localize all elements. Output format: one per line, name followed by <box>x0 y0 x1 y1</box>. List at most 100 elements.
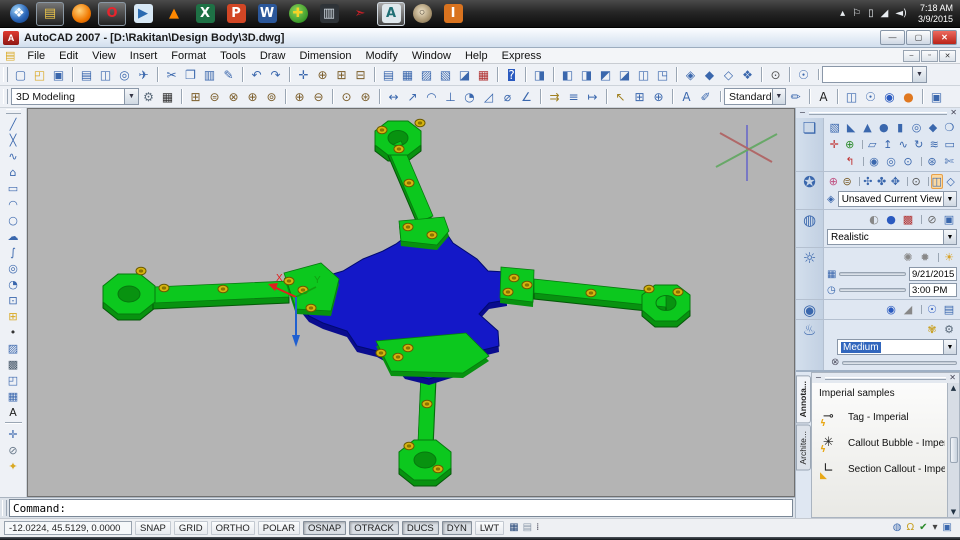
menu-insert[interactable]: Insert <box>123 50 165 62</box>
zoom-out-icon[interactable]: ⊖ <box>309 87 328 106</box>
new-file-icon[interactable]: ▢ <box>11 65 30 84</box>
dyn-toggle[interactable]: DYN <box>441 521 472 535</box>
menu-draw[interactable]: Draw <box>253 50 293 62</box>
xray-mode-icon[interactable]: ⊘ <box>921 212 940 227</box>
date-field[interactable]: 9/21/2015 <box>909 267 957 281</box>
toolbar-grip[interactable] <box>3 89 8 104</box>
palette-close-icon[interactable]: ✕ <box>949 374 956 382</box>
extract-edges-icon[interactable]: ↰ <box>842 154 858 169</box>
clean-screen-icon[interactable]: ▣ <box>943 523 952 533</box>
polygon-icon[interactable]: ⌂ <box>3 164 24 180</box>
time-field[interactable]: 3:00 PM <box>909 283 957 297</box>
create-spotlight-icon[interactable]: ✹ <box>917 250 933 265</box>
walk-icon[interactable]: ✣ <box>858 174 875 189</box>
tray-settings-arrow-icon[interactable]: ▾ <box>933 523 938 533</box>
advanced-render-settings-icon[interactable]: ⚙ <box>941 322 957 337</box>
zoom-scale-icon[interactable]: ⊗ <box>224 87 243 106</box>
hatch-icon[interactable]: ▨ <box>3 340 24 356</box>
render-preset-combo[interactable]: Medium ▼ <box>837 339 957 355</box>
menu-edit[interactable]: Edit <box>52 50 85 62</box>
bottom-view-icon[interactable]: ◨ <box>577 65 596 84</box>
quick-leader-icon[interactable]: ↖ <box>606 87 630 106</box>
planar-mapping-icon[interactable]: ☉ <box>921 302 940 317</box>
globe-icon[interactable]: ◉ <box>880 87 899 106</box>
point-icon[interactable]: • <box>3 324 24 340</box>
spline-icon[interactable]: ∫ <box>3 244 24 260</box>
help-icon[interactable]: ? <box>497 65 521 84</box>
insert-block-icon[interactable]: ⊡ <box>3 292 24 308</box>
constrained-orbit-icon[interactable]: ⊕ <box>827 174 840 189</box>
render-window-icon[interactable]: ▣ <box>922 87 946 106</box>
3d-make-panel-icon[interactable]: ❏ <box>796 118 824 171</box>
scroll-up-icon[interactable]: ▲ <box>951 384 956 392</box>
torus-icon[interactable]: ◎ <box>909 120 924 135</box>
continue-dimension-icon[interactable]: ↦ <box>583 87 602 106</box>
arc-icon[interactable]: ◠ <box>3 196 24 212</box>
otrack-toggle[interactable]: OTRACK <box>349 521 399 535</box>
match-properties-icon[interactable]: ✎ <box>219 65 238 84</box>
view-combo[interactable]: ▼ <box>818 66 927 83</box>
dim-style-combo[interactable]: Standard ▼ <box>720 88 786 105</box>
status-menu-arrow-icon[interactable]: ⁞ <box>536 523 539 533</box>
realistic-style-icon[interactable]: ▩ <box>900 212 916 227</box>
intersect-icon[interactable]: ⊙ <box>900 154 916 169</box>
baseline-dimension-icon[interactable]: ≡ <box>564 87 583 106</box>
render-output-icon[interactable]: ⊗ <box>831 357 839 368</box>
menu-view[interactable]: View <box>85 50 123 62</box>
polar-toggle[interactable]: POLAR <box>257 521 300 535</box>
copy-icon[interactable]: ❐ <box>181 65 200 84</box>
menu-window[interactable]: Window <box>405 50 458 62</box>
gradient-icon[interactable]: ▩ <box>3 356 24 372</box>
3d-orbit-icon[interactable]: ⊘ <box>3 442 24 458</box>
zoom-in-icon[interactable]: ⊕ <box>285 87 309 106</box>
render-panel-icon[interactable]: ♨ <box>796 320 824 370</box>
toolbar-grip[interactable] <box>5 109 21 114</box>
zoom-realtime-icon[interactable]: ⊕ <box>313 65 332 84</box>
combo-arrow-icon[interactable]: ▼ <box>124 89 138 104</box>
combo-arrow-icon[interactable]: ▼ <box>771 89 785 104</box>
zoom-window-icon[interactable]: ⊞ <box>332 65 351 84</box>
toolbar-lock-icon[interactable]: Ω <box>906 523 914 533</box>
drawing-canvas[interactable]: X Y <box>27 108 795 497</box>
redbird-icon[interactable]: ➣ <box>346 2 374 26</box>
conceptual-style-icon[interactable]: ● <box>883 212 899 227</box>
cylinder-icon[interactable]: ▮ <box>893 120 908 135</box>
model-tab-icon[interactable]: ▦ <box>509 523 518 533</box>
extrude-icon[interactable]: ↥ <box>881 137 896 152</box>
zoom-object-icon[interactable]: ⊚ <box>262 87 281 106</box>
menu-express[interactable]: Express <box>495 50 549 62</box>
dimension-edit-icon[interactable]: A <box>672 87 696 106</box>
cut-icon[interactable]: ✂ <box>157 65 181 84</box>
create-camera-icon[interactable]: ⊙ <box>761 65 785 84</box>
construction-line-icon[interactable]: ╳ <box>3 132 24 148</box>
materials-icon[interactable]: ◉ <box>883 302 899 317</box>
union-icon[interactable]: ◉ <box>863 154 882 169</box>
back-view-icon[interactable]: ◳ <box>653 65 672 84</box>
paste-icon[interactable]: ▥ <box>200 65 219 84</box>
menu-file[interactable]: File <box>20 50 52 62</box>
palette-tab-architectural[interactable]: Archite... <box>796 425 811 471</box>
zoom-previous-icon[interactable]: ⊟ <box>351 65 370 84</box>
dashboard-close-icon[interactable]: ✕ <box>950 109 957 117</box>
tool-palettes-icon[interactable]: ▨ <box>417 65 436 84</box>
view-manager-icon[interactable]: ◨ <box>525 65 549 84</box>
loft-icon[interactable]: ≋ <box>927 137 942 152</box>
autocad-taskbar-icon[interactable]: A <box>377 1 405 26</box>
arc-length-dimension-icon[interactable]: ◠ <box>422 87 441 106</box>
scroll-down-icon[interactable]: ▼ <box>951 508 956 516</box>
interfere-icon[interactable]: ⊛ <box>921 154 940 169</box>
sweep-icon[interactable]: ∿ <box>896 137 911 152</box>
combo-arrow-icon[interactable]: ▼ <box>943 340 956 354</box>
revolve-icon[interactable]: ↻ <box>912 137 927 152</box>
render-icon[interactable]: ● <box>899 87 918 106</box>
fly-icon[interactable]: ✤ <box>875 174 888 189</box>
explorer-icon[interactable]: ▤ <box>36 1 64 26</box>
right-view-icon[interactable]: ◪ <box>615 65 634 84</box>
zoom-dynamic-icon[interactable]: ⊜ <box>205 87 224 106</box>
se-isometric-view-icon[interactable]: ◆ <box>700 65 719 84</box>
top-view-icon[interactable]: ◧ <box>553 65 577 84</box>
nw-isometric-view-icon[interactable]: ❖ <box>738 65 757 84</box>
named-view-combo[interactable]: Unsaved Current View ▼ <box>837 191 957 207</box>
light-panel-icon[interactable]: ☼ <box>796 248 824 299</box>
device-icon[interactable]: ▥ <box>315 2 343 26</box>
